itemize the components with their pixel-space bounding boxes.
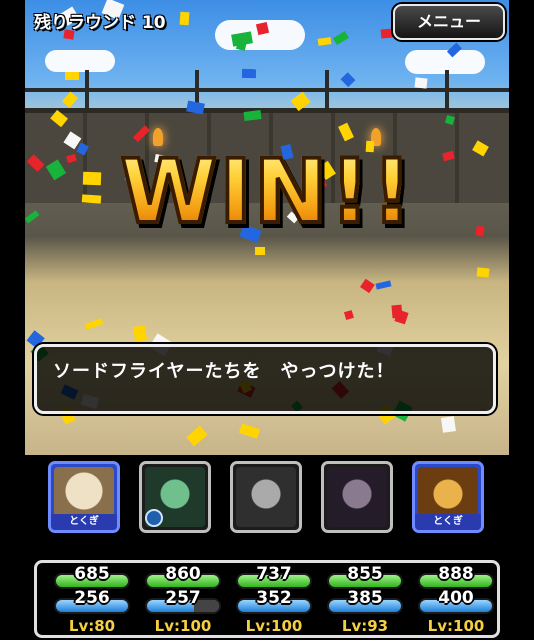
confetti-piece xyxy=(476,267,490,278)
party-status-panel: 685 256 Lv:80 860 257 Lv:100 737 352 Lv:… xyxy=(34,560,500,638)
level-label: Lv:100 xyxy=(245,617,303,635)
party-portrait-2[interactable] xyxy=(139,461,211,533)
rail-post xyxy=(85,70,89,110)
confetti-piece xyxy=(317,37,332,46)
level-label: Lv:93 xyxy=(341,617,389,635)
confetti-piece xyxy=(62,91,79,108)
party-portrait-1[interactable]: とくぎ xyxy=(48,461,120,533)
mp-value: 385 xyxy=(347,588,383,608)
confetti-piece xyxy=(375,280,392,290)
win-banner: WIN!! xyxy=(0,138,534,245)
confetti-piece xyxy=(179,11,190,26)
party-portrait-3[interactable] xyxy=(230,461,302,533)
level-label: Lv:100 xyxy=(427,617,485,635)
arena-rail xyxy=(25,88,509,92)
level-label: Lv:100 xyxy=(154,617,212,635)
sword-icon xyxy=(145,509,163,527)
hp-value: 860 xyxy=(165,564,201,584)
menu-button[interactable]: メニュー xyxy=(393,4,505,40)
confetti-piece xyxy=(133,324,148,342)
hp-value: 737 xyxy=(256,564,292,584)
mp-value: 257 xyxy=(165,588,201,608)
confetti-piece xyxy=(440,416,456,434)
cloud xyxy=(45,50,115,72)
rail-post xyxy=(325,70,329,110)
confetti-piece xyxy=(340,72,356,88)
confetti-piece xyxy=(380,28,394,39)
party-portrait-5[interactable]: とくぎ xyxy=(412,461,484,533)
party-portrait-4[interactable] xyxy=(321,461,393,533)
mp-value: 352 xyxy=(256,588,292,608)
special-skill-badge: とくぎ xyxy=(415,514,481,530)
confetti-piece xyxy=(64,71,79,81)
confetti-piece xyxy=(255,246,265,256)
confetti-piece xyxy=(344,310,355,321)
rounds-remaining: 残りラウンド 10 xyxy=(34,13,166,33)
confetti-piece xyxy=(414,77,428,90)
confetti-piece xyxy=(239,422,261,439)
battle-message-box: ソードフライヤーたちを やっつけた！ xyxy=(34,344,496,414)
confetti-piece xyxy=(391,304,403,319)
hp-value: 888 xyxy=(438,564,474,584)
mp-value: 256 xyxy=(74,588,110,608)
confetti-piece xyxy=(242,68,257,79)
dark-skull-monster-icon xyxy=(327,467,387,527)
battle-message-text: ソードフライヤーたちを やっつけた！ xyxy=(53,361,395,382)
mp-value: 400 xyxy=(438,588,474,608)
level-label: Lv:80 xyxy=(68,617,116,635)
party-portraits: とくぎ とくぎ xyxy=(0,455,534,555)
hp-value: 685 xyxy=(74,564,110,584)
confetti-piece xyxy=(243,109,262,121)
confetti-piece xyxy=(84,317,104,330)
confetti-piece xyxy=(360,278,375,294)
hp-value: 855 xyxy=(347,564,383,584)
special-skill-badge: とくぎ xyxy=(51,514,117,530)
confetti-piece xyxy=(332,30,350,46)
rail-post xyxy=(445,70,449,110)
grey-dragon-monster-icon xyxy=(236,467,296,527)
confetti-piece xyxy=(186,425,208,447)
